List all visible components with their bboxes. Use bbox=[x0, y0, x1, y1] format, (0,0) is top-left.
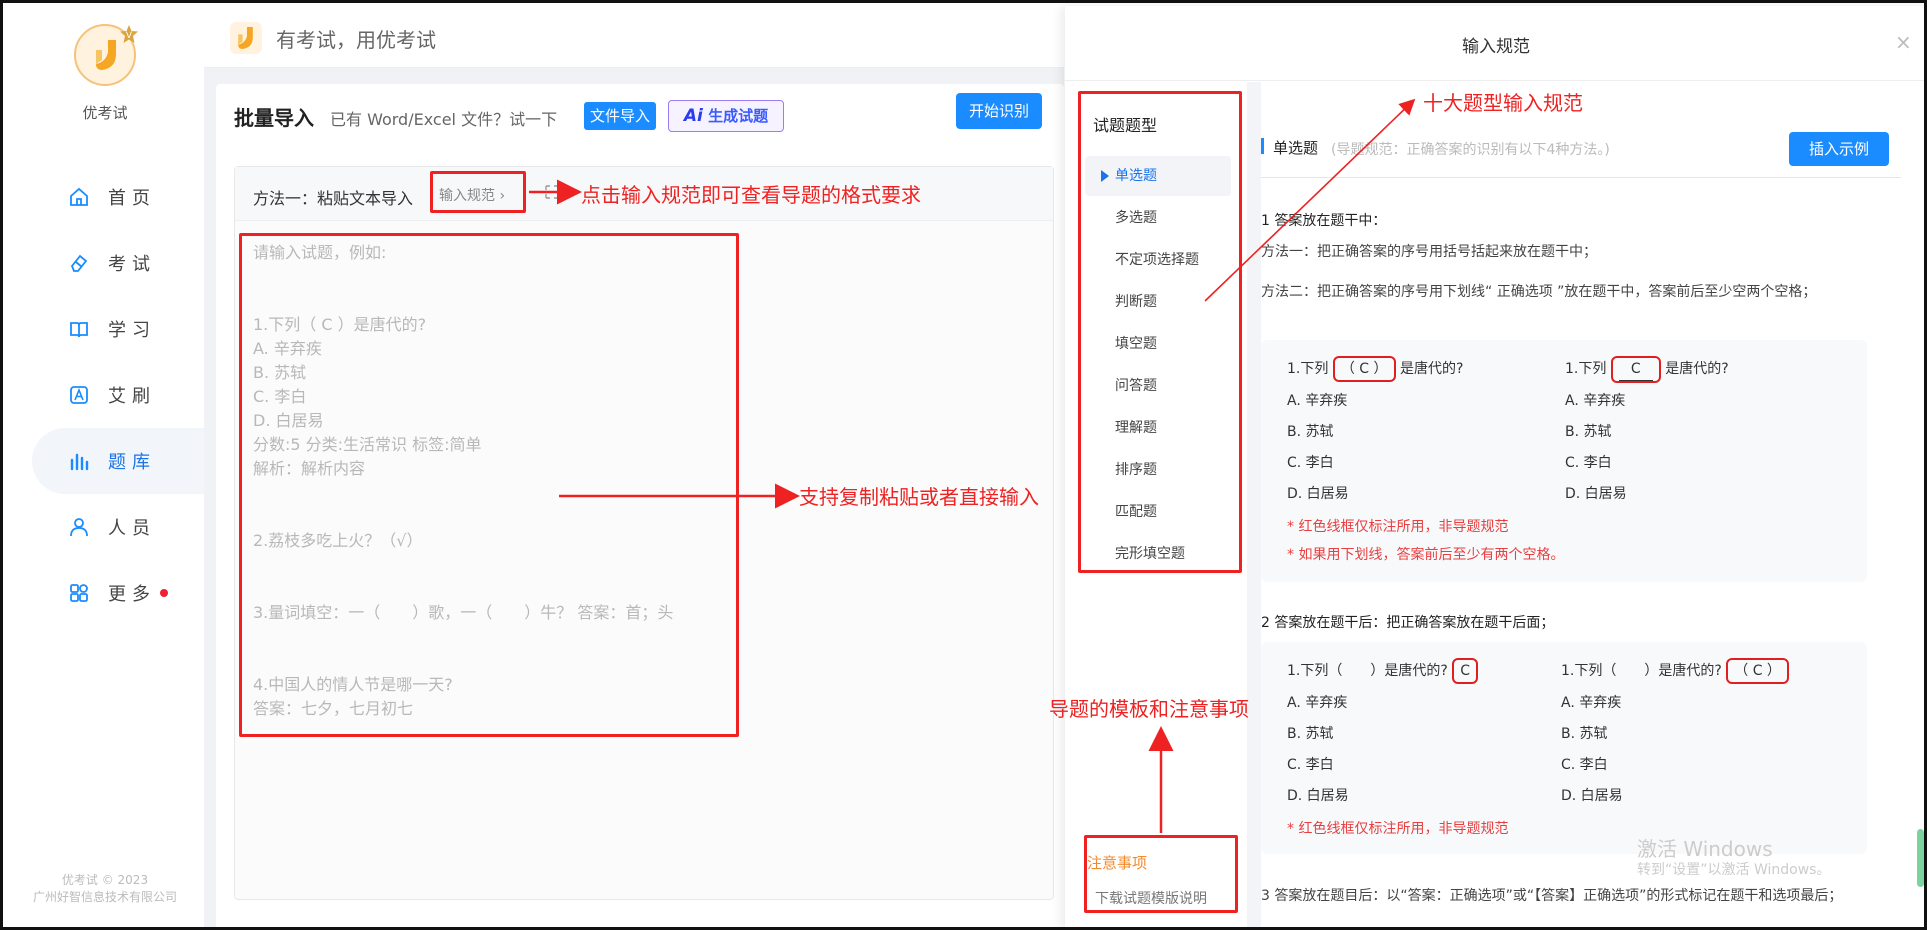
annotation-arrows bbox=[529, 98, 1416, 833]
arrow-types-tip bbox=[1204, 98, 1416, 302]
screenshot-frame: V 优考试 首页 考试 学习 艾刷 题库 人员 更多 优考试 © 2023 广州… bbox=[0, 0, 1927, 930]
